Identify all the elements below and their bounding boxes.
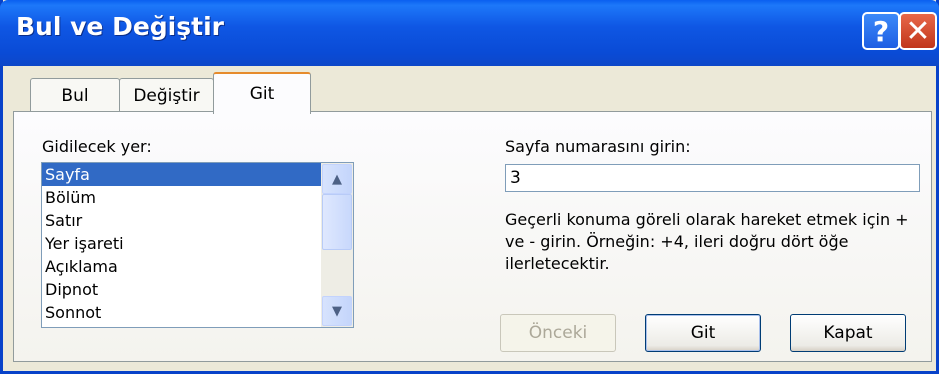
tab-replace[interactable]: Değiştir	[119, 78, 214, 112]
scroll-thumb[interactable]	[322, 194, 352, 250]
list-item-line[interactable]: Satır	[42, 209, 321, 232]
listbox-scrollbar[interactable]: ▲ ▼	[321, 163, 353, 327]
window-title: Bul ve Değiştir	[16, 12, 224, 41]
goto-what-label: Gidilecek yer:	[42, 137, 152, 156]
scroll-up-button[interactable]: ▲	[322, 164, 352, 194]
list-item-page[interactable]: Sayfa	[42, 163, 321, 186]
goto-what-listbox[interactable]: Sayfa Bölüm Satır Yer işareti Açıklama D…	[41, 162, 354, 328]
close-window-button[interactable]: ✕	[899, 12, 937, 50]
listbox-items: Sayfa Bölüm Satır Yer işareti Açıklama D…	[42, 163, 321, 324]
goto-help-text: Geçerli konuma göreli olarak hareket etm…	[505, 210, 909, 273]
previous-button[interactable]: Önceki	[500, 314, 616, 352]
list-item-comment[interactable]: Açıklama	[42, 255, 321, 278]
page-number-input[interactable]: 3	[505, 164, 920, 192]
list-item-endnote[interactable]: Sonnot	[42, 301, 321, 324]
list-item-footnote[interactable]: Dipnot	[42, 278, 321, 301]
tab-strip: Bul Değiştir Git	[3, 72, 939, 114]
goto-panel: Gidilecek yer: Sayfa Bölüm Satır Yer işa…	[13, 111, 932, 362]
page-number-label: Sayfa numarasını girin:	[505, 137, 691, 156]
arrow-up-icon: ▲	[332, 171, 342, 187]
close-icon: ✕	[905, 13, 931, 49]
help-icon: ?	[872, 14, 890, 48]
list-item-section[interactable]: Bölüm	[42, 186, 321, 209]
find-replace-dialog: Bul ve Değiştir ? ✕ Bul Değiştir Git Gid…	[0, 0, 939, 374]
scroll-down-button[interactable]: ▼	[322, 296, 352, 326]
tab-find[interactable]: Bul	[30, 78, 120, 112]
help-button[interactable]: ?	[862, 12, 900, 50]
tab-goto[interactable]: Git	[213, 72, 311, 114]
arrow-down-icon: ▼	[332, 303, 342, 319]
go-button[interactable]: Git	[645, 314, 761, 352]
title-bar[interactable]: Bul ve Değiştir ? ✕	[0, 0, 939, 66]
list-item-bookmark[interactable]: Yer işareti	[42, 232, 321, 255]
close-button[interactable]: Kapat	[790, 314, 906, 352]
